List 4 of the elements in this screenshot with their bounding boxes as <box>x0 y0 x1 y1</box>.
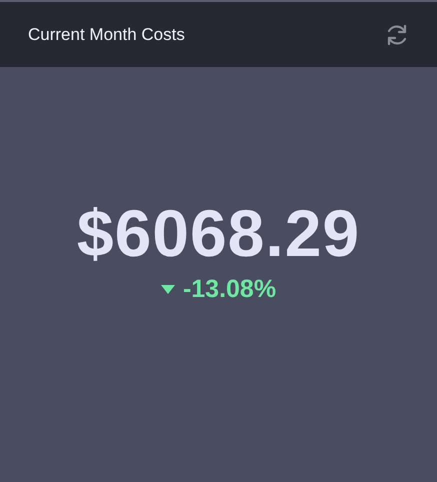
refresh-icon[interactable] <box>385 24 409 46</box>
cost-value: $6068.29 <box>76 195 360 271</box>
card-title: Current Month Costs <box>28 24 185 44</box>
change-percent: -13.08% <box>182 275 276 304</box>
